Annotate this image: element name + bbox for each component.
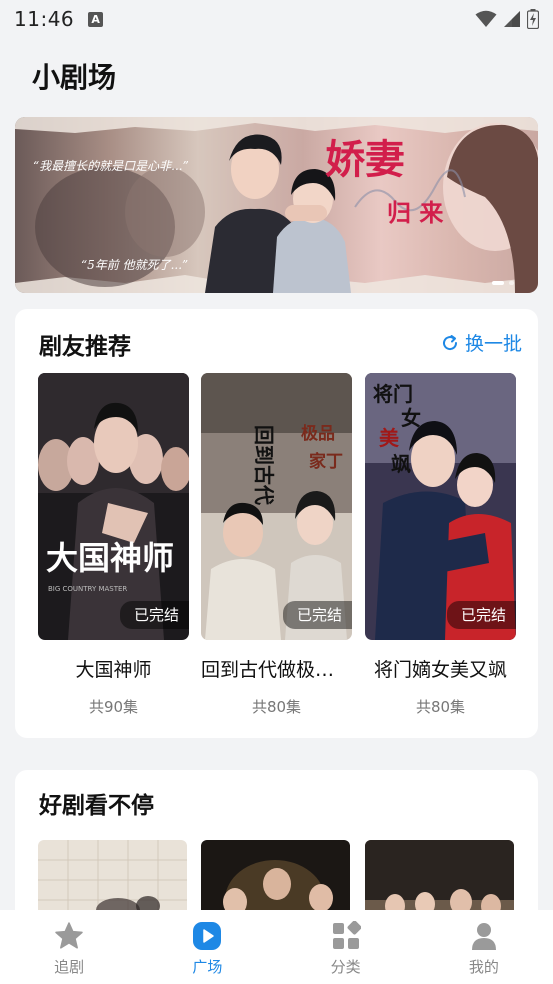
svg-text:家丁: 家丁	[309, 451, 343, 472]
tab-category[interactable]: 分类	[277, 910, 415, 984]
recommend-title: 剧友推荐	[39, 334, 131, 360]
poster-1-artwork: 大国神师 BIG COUNTRY MASTER	[38, 373, 189, 640]
status-indicators	[475, 9, 539, 29]
svg-text:回到古代: 回到古代	[252, 425, 276, 505]
poster-1-status-badge: 已完结	[119, 601, 189, 629]
banner-pagination	[492, 281, 514, 285]
notification-a-icon: A	[88, 11, 104, 27]
tab-follow-label: 追剧	[54, 958, 85, 976]
svg-text:将门: 将门	[373, 382, 413, 406]
profile-icon	[468, 920, 500, 952]
refresh-icon	[443, 334, 457, 350]
tab-profile[interactable]: 我的	[415, 910, 553, 984]
recommend-section: 剧友推荐 换一批 大国神师 BIG COUNTRY MASTER 已完结 大国神…	[15, 309, 538, 738]
drama-episodes-3: 共80集	[415, 698, 466, 716]
svg-text:BIG COUNTRY MASTER: BIG COUNTRY MASTER	[48, 585, 127, 593]
svg-text:飒: 飒	[391, 452, 411, 476]
drama-poster-3[interactable]: 将门 女 美 飒 已完结	[365, 373, 516, 640]
poster-2-status-badge: 已完结	[282, 601, 352, 629]
drama-poster-1[interactable]: 大国神师 BIG COUNTRY MASTER 已完结	[38, 373, 189, 640]
star-icon	[53, 920, 85, 952]
banner-dot-active	[492, 281, 504, 285]
bottom-tab-bar: 追剧 广场 分类 我的	[0, 910, 553, 984]
drama-poster-2[interactable]: 回到古代 极品 家丁 已完结	[201, 373, 352, 640]
poster-2-artwork: 回到古代 极品 家丁	[201, 373, 352, 640]
page-title: 小剧场	[32, 61, 117, 94]
svg-text:极品: 极品	[301, 424, 335, 444]
refresh-label: 换一批	[464, 333, 522, 355]
svg-text:女: 女	[401, 406, 421, 430]
cellular-signal-icon	[504, 11, 520, 27]
tab-square-label: 广场	[192, 958, 223, 976]
status-bar: 11:46 A	[0, 0, 553, 38]
battery-icon	[527, 9, 539, 29]
refresh-button[interactable]: 换一批	[441, 329, 522, 356]
svg-text:大国神师: 大国神师	[46, 539, 174, 577]
wifi-icon	[475, 10, 497, 27]
poster-3-status-badge: 已完结	[446, 601, 516, 629]
category-icon	[330, 920, 362, 952]
poster-3-artwork: 将门 女 美 飒	[365, 373, 516, 640]
good-dramas-title: 好剧看不停	[39, 793, 154, 819]
banner-title-main: 娇妻	[325, 136, 405, 183]
tab-profile-label: 我的	[468, 958, 499, 976]
banner-quote-1: “我最擅长的就是口是心非...”	[33, 159, 189, 173]
tab-follow[interactable]: 追剧	[0, 910, 138, 984]
banner-quote-2: “5年前 他就死了...”	[81, 258, 189, 272]
tab-category-label: 分类	[330, 958, 361, 976]
hero-banner[interactable]: “我最擅长的就是口是心非...” “5年前 他就死了...” 娇妻 归 来	[15, 117, 538, 293]
drama-name-1[interactable]: 大国神师	[38, 655, 189, 682]
drama-episodes-1: 共90集	[88, 698, 139, 716]
svg-text:美: 美	[379, 426, 400, 450]
banner-title-sub: 归 来	[387, 198, 444, 227]
drama-episodes-2: 共80集	[251, 698, 302, 716]
status-time: 11:46	[14, 7, 75, 31]
drama-name-3[interactable]: 将门嫡女美又飒	[365, 655, 516, 682]
banner-dot	[509, 281, 514, 285]
play-icon	[191, 920, 223, 952]
tab-square[interactable]: 广场	[138, 910, 276, 984]
drama-name-2[interactable]: 回到古代做极品家丁	[201, 655, 352, 682]
